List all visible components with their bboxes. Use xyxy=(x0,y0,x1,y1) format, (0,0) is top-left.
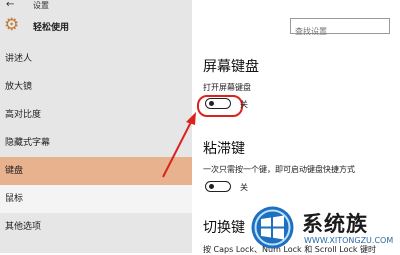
watermark-url: WWW.XITONGZU.COM xyxy=(304,236,394,245)
watermark-logo xyxy=(251,206,294,249)
watermark-text: 系统族 xyxy=(302,212,368,236)
